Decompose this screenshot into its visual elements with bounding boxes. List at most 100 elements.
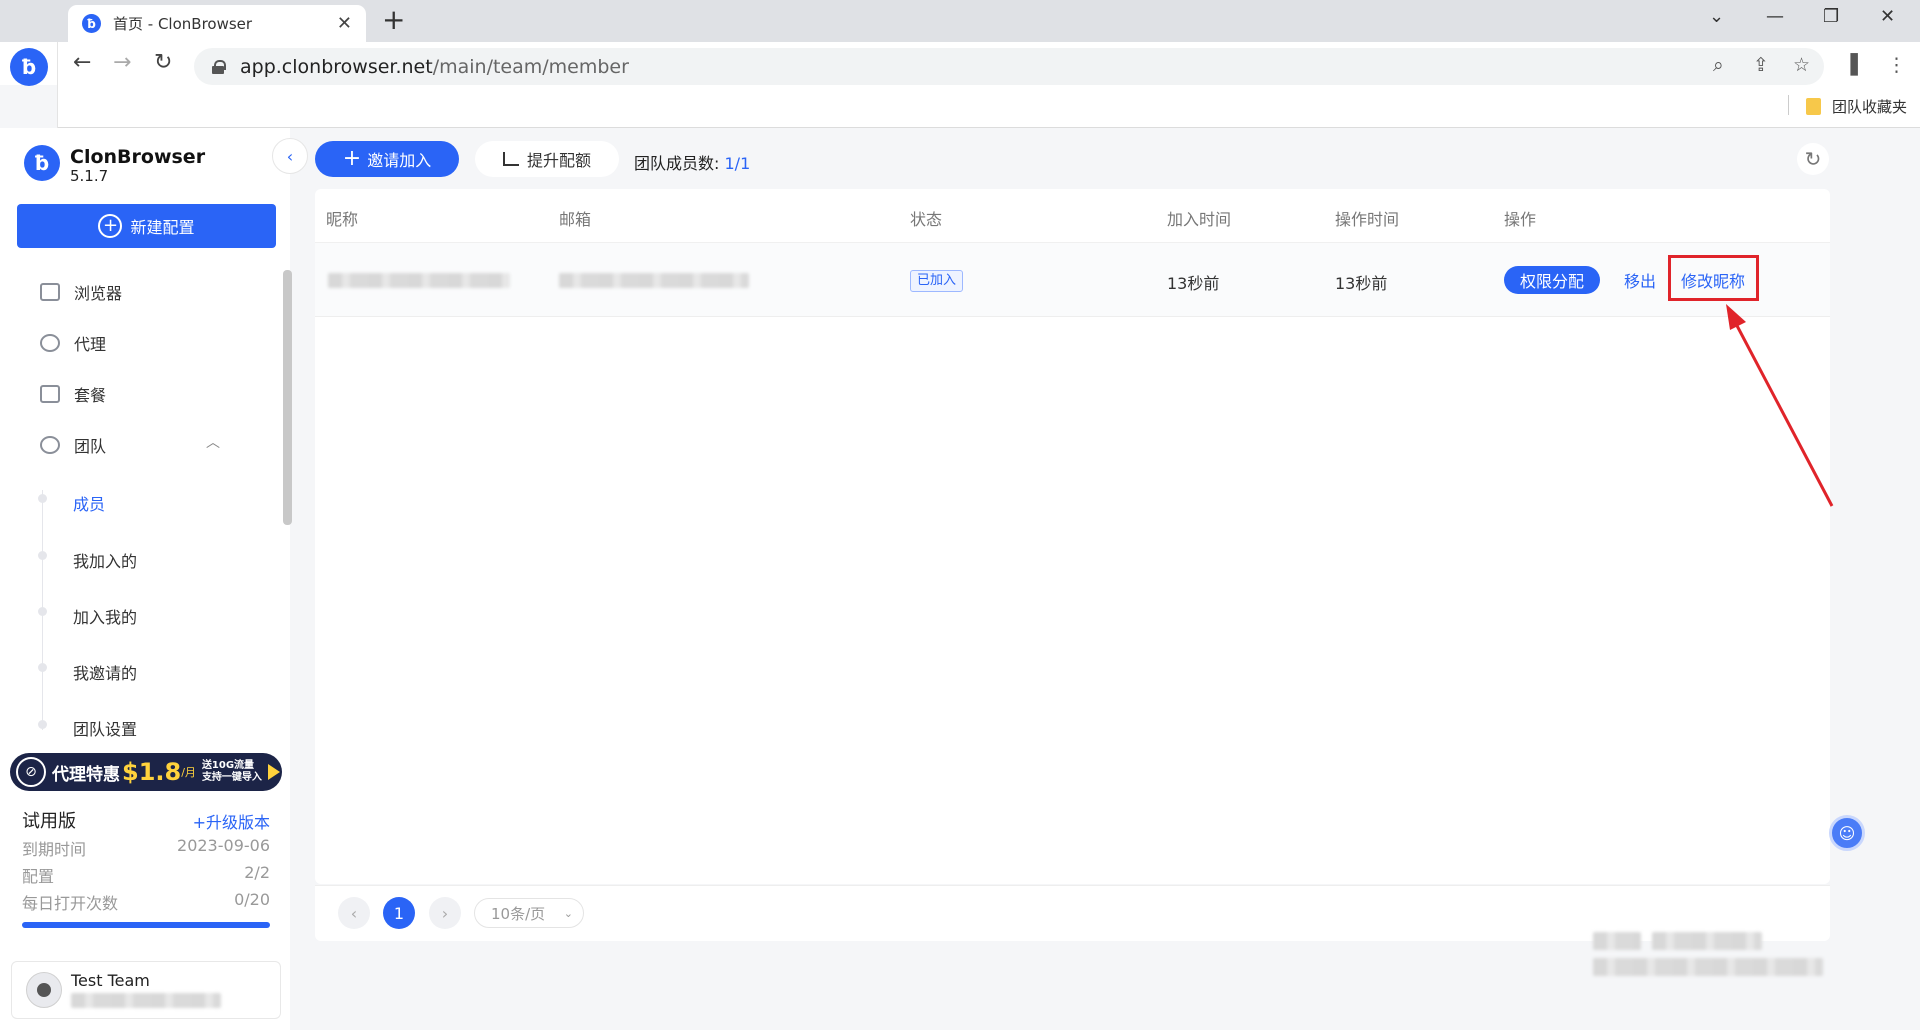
member-count-value: 1/1 — [724, 154, 751, 173]
bookmark-folder-label[interactable]: 团队收藏夹 — [1832, 96, 1907, 117]
page-number-button[interactable]: 1 — [383, 897, 415, 929]
no-ban-icon: ⊘ — [16, 757, 46, 787]
plan-opens-row: 每日打开次数 0/20 — [22, 890, 270, 914]
bookmarks-bar — [58, 85, 1920, 128]
next-page-icon[interactable]: › — [429, 897, 461, 929]
promo-detail: 送10G流量 支持一键导入 — [202, 760, 262, 784]
plan-row-value: 2/2 — [244, 863, 270, 882]
menu-icon[interactable]: ⋮ — [1887, 54, 1906, 76]
minimize-icon[interactable]: — — [1766, 6, 1784, 27]
collapse-sidebar-button[interactable]: ‹ — [272, 138, 308, 174]
address-bar[interactable]: app.clonbrowser.net/main/team/member — [194, 48, 1824, 85]
annotation-arrow — [1726, 304, 1834, 507]
sidebar-item-members[interactable]: 成员 — [73, 491, 105, 515]
promo-text: 代理特惠 — [52, 764, 120, 785]
remove-member-link[interactable]: 移出 — [1624, 268, 1656, 292]
url-path: /main/team/member — [432, 55, 629, 78]
column-header-nickname: 昵称 — [326, 210, 359, 229]
sidebar-item-plan[interactable]: 套餐 — [40, 382, 106, 406]
plan-row-label: 每日打开次数 — [22, 894, 119, 913]
increase-quota-button[interactable]: 提升配额 — [475, 141, 619, 177]
page-size-value: 10条/页 — [491, 904, 546, 923]
plan-row-value: 0/20 — [234, 890, 270, 909]
promo-line2: 支持一键导入 — [201, 772, 262, 783]
promo-price: $1.8 — [122, 758, 182, 786]
reload-icon[interactable]: ↻ — [154, 50, 172, 75]
plan-title: 试用版 — [22, 811, 76, 832]
submenu-dot — [38, 551, 47, 560]
invite-label: 邀请加入 — [367, 151, 432, 170]
annotation-highlight-box — [1668, 255, 1759, 301]
tab-title: 首页 - ClonBrowser — [113, 15, 253, 33]
sidebar-item-label: 套餐 — [74, 386, 107, 405]
proxy-promo-banner[interactable]: ⊘ 代理特惠 $1.8 /月 送10G流量 支持一键导入 — [10, 753, 282, 791]
sidebar-item-label: 代理 — [74, 335, 107, 354]
upgrade-link[interactable]: +升级版本 — [193, 809, 270, 833]
column-header-status: 状态 — [910, 210, 943, 229]
join-time-cell: 13秒前 — [1167, 274, 1220, 293]
close-icon[interactable]: ✕ — [337, 13, 352, 34]
redacted-nickname — [328, 273, 510, 288]
submenu-dot — [38, 663, 47, 672]
brand-name: ClonBrowser — [70, 146, 206, 168]
promo-unit: /月 — [181, 766, 196, 779]
sidebar-scrollbar[interactable] — [283, 270, 292, 525]
prev-page-icon[interactable]: ‹ — [338, 897, 370, 929]
folder-icon[interactable] — [1806, 98, 1821, 115]
window-close-icon[interactable]: ✕ — [1880, 6, 1895, 27]
share-icon[interactable]: ⇪ — [1753, 54, 1769, 76]
submenu-dot — [38, 607, 47, 616]
refresh-icon[interactable]: ↻ — [1797, 143, 1829, 175]
tab-search-icon[interactable]: ⌄ — [1709, 6, 1724, 27]
browser-tab[interactable]: ƀ 首页 - ClonBrowser ✕ — [68, 5, 366, 42]
clonbrowser-logo-icon[interactable]: ƀ — [10, 48, 48, 86]
app-version: 5.1.7 — [70, 167, 109, 185]
invite-button[interactable]: + 邀请加入 — [315, 141, 459, 177]
column-header-email: 邮箱 — [559, 210, 592, 229]
plus-circle-icon: + — [98, 214, 123, 238]
op-time-cell: 13秒前 — [1335, 274, 1388, 293]
usage-progress-bar — [22, 922, 270, 928]
new-tab-button[interactable]: + — [382, 6, 405, 34]
chevron-up-icon[interactable]: ︿ — [206, 432, 220, 452]
wallet-icon — [40, 385, 60, 403]
sidebar-item-joined[interactable]: 我加入的 — [73, 548, 137, 572]
sidepanel-icon[interactable]: ▐ — [1843, 54, 1858, 76]
customer-service-icon[interactable]: ☺ — [1829, 815, 1865, 851]
permission-assign-button[interactable]: 权限分配 — [1504, 266, 1600, 294]
browser-icon — [40, 283, 60, 301]
globe-icon — [40, 334, 60, 352]
chevron-down-icon: ⌄ — [563, 906, 573, 920]
quota-label: 提升配额 — [526, 151, 591, 170]
zoom-icon[interactable]: ⌕ — [1713, 54, 1724, 76]
avatar — [26, 972, 62, 1008]
new-config-button[interactable]: + 新建配置 — [17, 204, 276, 248]
plus-icon: + — [342, 146, 362, 171]
brand-logo-icon: ƀ — [24, 145, 60, 181]
redacted-user-email — [71, 993, 221, 1008]
user-icon — [37, 983, 51, 997]
sidebar-item-proxy[interactable]: 代理 — [40, 331, 106, 355]
divider — [1788, 95, 1789, 115]
sidebar-item-team[interactable]: 团队 — [40, 433, 106, 457]
sidebar-item-label: 团队 — [74, 437, 107, 456]
redacted-watermark — [1652, 932, 1762, 950]
sidebar-item-team-settings[interactable]: 团队设置 — [73, 716, 137, 740]
sidebar-item-browser[interactable]: 浏览器 — [40, 280, 122, 304]
maximize-icon[interactable]: ❐ — [1823, 6, 1839, 27]
redacted-watermark — [1593, 958, 1823, 976]
lock-icon — [212, 59, 226, 74]
page-size-select[interactable]: 10条/页 ⌄ — [474, 898, 584, 928]
submenu-dot — [38, 494, 47, 503]
plan-row-value: 2023-09-06 — [177, 836, 270, 855]
column-header-op-time: 操作时间 — [1335, 210, 1400, 229]
sidebar-item-joined-mine[interactable]: 加入我的 — [73, 604, 137, 628]
star-icon[interactable]: ☆ — [1793, 54, 1810, 76]
sidebar-item-invited[interactable]: 我邀请的 — [73, 660, 137, 684]
back-icon[interactable]: ← — [73, 50, 91, 75]
forward-icon[interactable]: → — [113, 50, 131, 75]
redacted-email — [559, 273, 749, 288]
team-icon — [40, 436, 60, 454]
user-name: Test Team — [71, 971, 150, 990]
clonbrowser-favicon: ƀ — [82, 14, 101, 33]
